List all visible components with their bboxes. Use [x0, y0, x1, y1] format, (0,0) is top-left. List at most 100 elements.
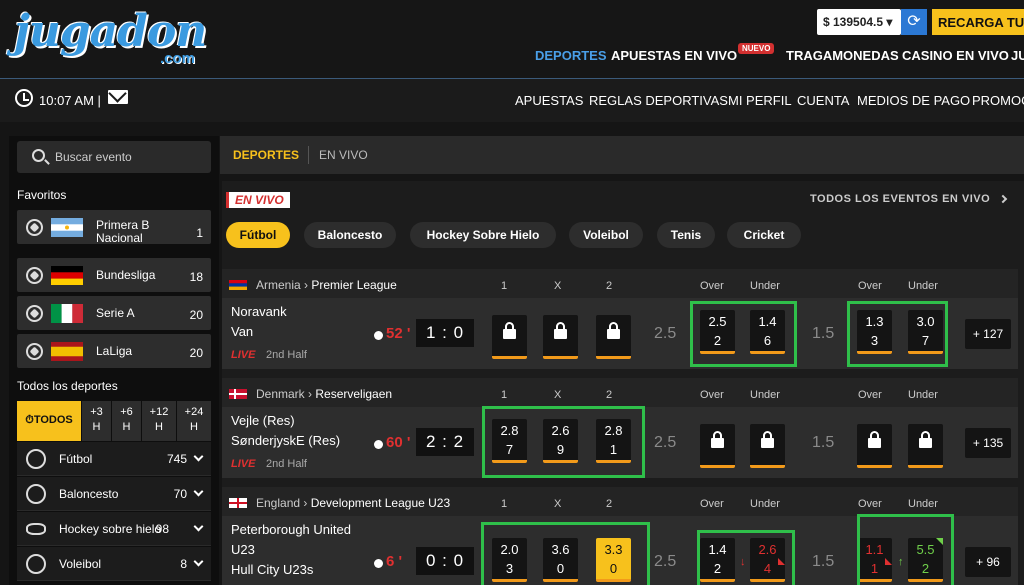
germany-flag-icon — [51, 266, 83, 285]
pill-cricket[interactable]: Cricket — [727, 222, 801, 248]
match-period: 2nd Half — [266, 349, 307, 361]
nav-deportes[interactable]: DEPORTES — [535, 48, 607, 63]
sport-item-futbol[interactable]: Fútbol 745 — [17, 442, 211, 476]
time-filter-12h[interactable]: +12 H — [142, 401, 176, 441]
chevron-down-icon[interactable] — [193, 451, 204, 462]
live-tag: LIVE — [231, 458, 256, 470]
nav-tragamonedas[interactable]: TRAGAMONEDAS — [786, 48, 899, 63]
subnav-apuestas[interactable]: APUESTAS — [515, 93, 583, 108]
col-x: X — [554, 280, 562, 292]
pill-voleibol[interactable]: Voleibol — [569, 222, 643, 248]
lock-icon — [761, 431, 774, 448]
sport-item-hockey[interactable]: Hockey sobre hielo 98 — [17, 512, 211, 546]
col-1: 1 — [501, 389, 508, 401]
total-line-2: 1.5 — [812, 325, 835, 342]
time-filter-todos[interactable]: ⏱TODOS — [17, 401, 81, 441]
chevron-down-icon[interactable] — [193, 556, 204, 567]
lock-icon — [919, 431, 932, 448]
soccer-ball-icon — [26, 305, 43, 322]
refresh-balance-icon[interactable]: ⟳ — [901, 9, 927, 35]
team-home: Peterborough United — [231, 522, 351, 537]
pill-tenis[interactable]: Tenis — [657, 222, 715, 248]
favorite-count: 20 — [189, 346, 203, 360]
pill-futbol[interactable]: Fútbol — [226, 222, 290, 248]
favorite-count: 1 — [196, 226, 203, 240]
argentina-flag-icon — [51, 218, 83, 237]
country-name: Armenia — [256, 278, 301, 292]
col-2: 2 — [606, 498, 613, 510]
col-over: Over — [700, 498, 724, 510]
chevron-right-icon[interactable] — [998, 194, 1008, 204]
spain-flag-icon — [51, 342, 83, 361]
sport-count: 745 — [166, 452, 187, 466]
chevron-down-icon[interactable] — [193, 486, 204, 497]
pill-baloncesto[interactable]: Baloncesto — [304, 222, 396, 248]
search-icon — [32, 149, 45, 162]
favorite-count: 18 — [189, 270, 203, 284]
odd-under-locked — [750, 424, 785, 468]
sport-count: 70 — [173, 487, 187, 501]
nav-more[interactable]: JU — [1011, 48, 1024, 63]
recarga-button[interactable]: RECARGA TU C — [932, 9, 1024, 35]
sport-item-baloncesto[interactable]: Baloncesto 70 — [17, 477, 211, 511]
col-over-2: Over — [858, 280, 882, 292]
more-markets-button[interactable]: + 127 — [965, 319, 1011, 349]
league-name: Development League U23 — [310, 496, 451, 510]
time-filter-6h[interactable]: +6 H — [112, 401, 141, 441]
col-under: Under — [750, 280, 780, 292]
subnav-promociones[interactable]: PROMOC — [972, 93, 1024, 108]
sport-name: Baloncesto — [59, 487, 119, 501]
header: jugadon .com $ 139504.5 ▾ ⟳ RECARGA TU C… — [0, 0, 1024, 78]
odd-2-locked — [596, 315, 631, 359]
col-under-2: Under — [908, 280, 938, 292]
favorite-item-serie-a[interactable]: Serie A 20 — [17, 296, 211, 330]
stopwatch-icon: ⏱ — [25, 414, 34, 426]
sub-bar: 10:07 AM | APUESTAS REGLAS DEPORTIVAS MI… — [0, 78, 1024, 122]
col-over-2: Over — [858, 389, 882, 401]
nav-casino-en-vivo[interactable]: CASINO EN VIVO — [902, 48, 1009, 63]
mail-icon[interactable] — [108, 90, 128, 104]
soccer-ball-icon — [26, 449, 46, 469]
col-x: X — [554, 389, 562, 401]
todos-los-eventos-link[interactable]: TODOS LOS EVENTOS EN VIVO — [810, 193, 990, 205]
time-filter-row: ⏱TODOS +3 H +6 H +12 H +24 H — [17, 401, 211, 441]
subnav-reglas[interactable]: REGLAS DEPORTIVAS — [589, 93, 728, 108]
time-filter-3h[interactable]: +3 H — [82, 401, 111, 441]
stopwatch-icon — [374, 559, 383, 568]
england-flag-icon — [229, 498, 247, 508]
balance-dropdown[interactable]: $ 139504.5 ▾ — [817, 9, 901, 35]
total-line-2: 1.5 — [812, 434, 835, 451]
highlight-box — [690, 301, 797, 367]
favorite-item-primera-b[interactable]: Primera B Nacional 1 — [17, 210, 211, 245]
subnav-cuenta[interactable]: CUENTA — [797, 93, 849, 108]
tab-divider — [308, 146, 309, 164]
subnav-medios-de-pago[interactable]: MEDIOS DE PAGO — [857, 93, 970, 108]
nav-apuestas-en-vivo[interactable]: APUESTAS EN VIVO — [611, 48, 737, 63]
armenia-flag-icon — [229, 280, 247, 290]
tab-deportes[interactable]: DEPORTES — [233, 148, 299, 162]
site-logo-domain: .com — [160, 50, 196, 67]
tab-en-vivo[interactable]: EN VIVO — [319, 148, 368, 162]
sport-item-voleibol[interactable]: Voleibol 8 — [17, 547, 211, 581]
pill-hockey[interactable]: Hockey Sobre Hielo — [410, 222, 556, 248]
time-filter-3h-value: +3 — [90, 406, 103, 418]
lock-icon — [503, 322, 516, 339]
odd-over-locked — [700, 424, 735, 468]
time-filter-24h[interactable]: +24 H — [177, 401, 211, 441]
lock-icon — [868, 431, 881, 448]
total-line-2: 1.5 — [812, 553, 835, 570]
more-markets-button[interactable]: + 96 — [965, 547, 1011, 577]
highlight-box — [697, 530, 795, 585]
col-2: 2 — [606, 389, 613, 401]
highlight-box — [847, 301, 948, 367]
search-input[interactable]: Buscar evento — [17, 141, 211, 173]
favorite-item-laliga[interactable]: LaLiga 20 — [17, 334, 211, 368]
favorite-item-bundesliga[interactable]: Bundesliga 18 — [17, 258, 211, 292]
subnav-mi-perfil[interactable]: MI PERFIL — [728, 93, 792, 108]
time-filter-12h-value: +12 — [149, 406, 169, 418]
more-markets-button[interactable]: + 135 — [965, 428, 1011, 458]
time-filter-3h-unit: H — [92, 421, 101, 433]
league-country: Denmark › Reserveligaen — [256, 387, 393, 401]
basketball-icon — [26, 484, 46, 504]
chevron-down-icon[interactable] — [193, 521, 204, 532]
